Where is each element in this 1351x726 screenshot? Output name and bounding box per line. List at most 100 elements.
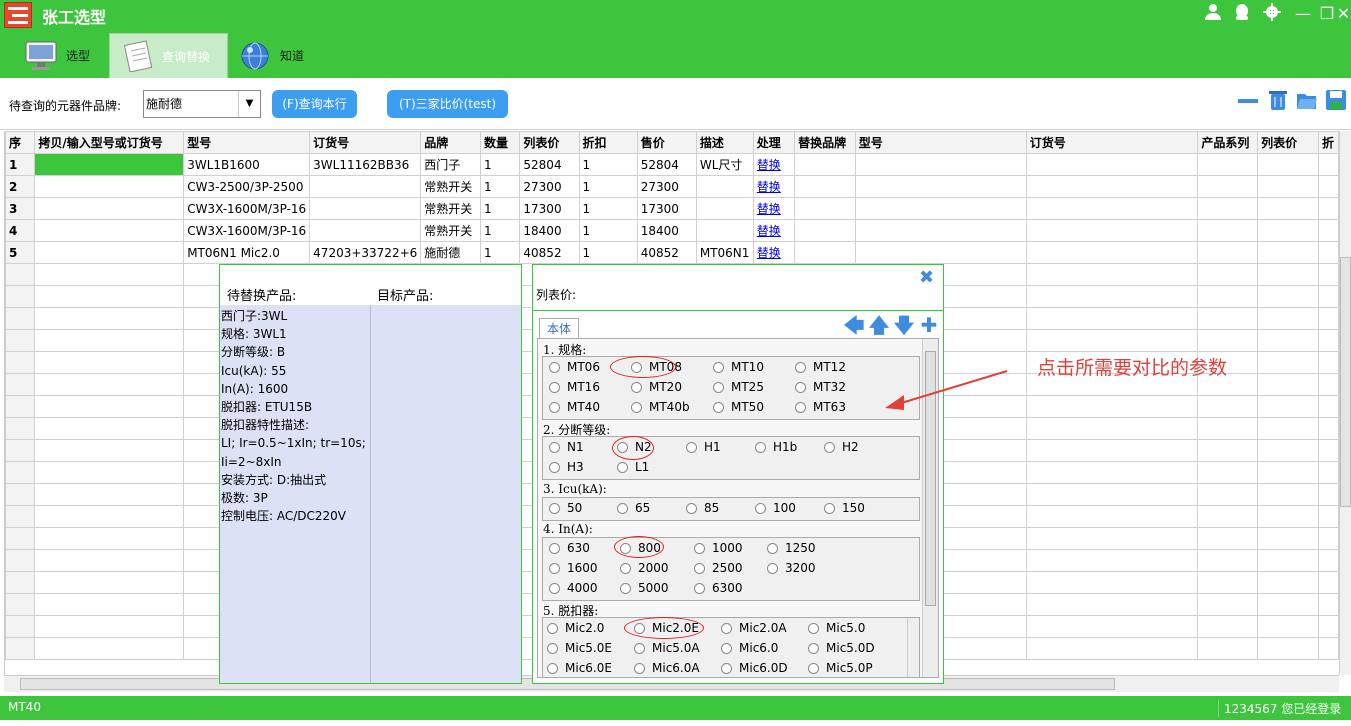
table-cell[interactable]: 17300 [636,197,697,220]
radio-icon[interactable] [694,582,705,594]
column-header[interactable]: 订货号 [309,131,422,154]
table-cell[interactable] [5,417,36,440]
replace-link[interactable]: 替换 [757,224,781,238]
table-cell[interactable] [34,593,185,616]
table-cell[interactable] [854,153,1027,176]
table-cell[interactable] [854,241,1027,264]
close-button[interactable]: ✕ [1336,3,1351,25]
radio-icon[interactable] [795,401,806,413]
table-cell[interactable] [1257,505,1319,528]
option-radio[interactable]: MT63 [795,400,846,414]
table-cell[interactable] [34,197,185,220]
table-cell[interactable] [1025,571,1199,594]
table-cell[interactable] [1197,505,1259,528]
option-radio[interactable]: Mic6.0 [721,641,778,655]
table-cell[interactable]: 1 [479,153,521,176]
radio-icon[interactable] [617,461,628,473]
table-cell[interactable]: CW3X-1600M/3P-16 [183,197,311,220]
table-cell[interactable] [1317,351,1339,374]
option-radio[interactable]: Mic5.0P [808,661,873,675]
table-cell[interactable] [1317,417,1339,440]
compare-three-button[interactable]: (T)三家比价(test) [387,90,508,118]
table-cell[interactable] [34,527,185,550]
table-cell[interactable]: 1 [479,241,521,264]
table-cell[interactable]: 2 [5,175,36,198]
replace-link[interactable]: 替换 [757,246,781,260]
tab-know[interactable]: 知道 [228,33,323,78]
option-radio[interactable]: MT20 [631,380,682,394]
table-cell[interactable] [1317,637,1339,660]
table-cell[interactable] [34,549,185,572]
table-cell[interactable] [1317,461,1339,484]
table-cell[interactable] [1257,637,1319,660]
option-radio[interactable]: MT10 [713,360,764,374]
table-cell[interactable] [5,285,36,308]
radio-icon[interactable] [549,562,560,574]
option-radio[interactable]: MT40 [549,400,600,414]
table-cell[interactable] [1025,329,1199,352]
option-radio[interactable]: 1250 [767,541,816,555]
table-cell[interactable] [5,461,36,484]
table-cell[interactable] [1257,439,1319,462]
table-cell[interactable] [1317,483,1339,506]
table-cell[interactable]: 1 [5,153,36,176]
table-cell[interactable] [1197,263,1259,286]
table-cell[interactable] [1317,219,1339,242]
radio-icon[interactable] [547,662,558,674]
column-header[interactable]: 产品系列 [1197,131,1259,154]
option-radio[interactable]: Mic5.0E [547,641,612,655]
column-header[interactable]: 拷贝/输入型号或订货号 [34,131,185,154]
radio-icon[interactable] [713,361,724,373]
table-cell[interactable] [854,219,1027,242]
table-cell[interactable] [794,175,856,198]
table-cell[interactable] [695,175,754,198]
option-radio[interactable]: MT50 [713,400,764,414]
table-cell[interactable] [1317,175,1339,198]
table-cell[interactable] [1025,505,1199,528]
close-icon[interactable]: ✖ [919,267,934,288]
table-cell[interactable] [1317,395,1339,418]
option-radio[interactable]: L1 [617,460,649,474]
table-cell[interactable] [1257,329,1319,352]
option-radio[interactable]: 150 [824,501,865,515]
table-cell[interactable] [5,351,36,374]
table-cell[interactable] [1257,417,1319,440]
save-icon[interactable] [1325,89,1347,111]
table-cell[interactable] [1257,241,1319,264]
option-radio[interactable]: 85 [686,501,719,515]
table-cell[interactable] [5,505,36,528]
option-radio[interactable]: H2 [824,440,859,454]
table-cell[interactable]: 施耐德 [420,241,481,264]
replace-link[interactable]: 替换 [757,202,781,216]
table-cell[interactable] [1197,549,1259,572]
radio-icon[interactable] [713,381,724,393]
option-radio[interactable]: 2500 [694,561,743,575]
table-cell[interactable] [1025,241,1199,264]
table-cell[interactable]: 1 [578,175,638,198]
option-radio[interactable]: 65 [617,501,650,515]
table-cell[interactable] [34,263,185,286]
arrow-down-icon[interactable]: 🡇 [893,314,915,336]
table-cell[interactable] [1197,329,1259,352]
table-cell[interactable] [5,527,36,550]
column-header[interactable]: 折 [1317,131,1339,154]
table-cell[interactable] [34,285,185,308]
grid-vertical-scrollbar[interactable] [1339,131,1351,675]
column-header[interactable]: 订货号 [1025,131,1199,154]
radio-icon[interactable] [824,441,835,453]
table-cell[interactable] [1197,637,1259,660]
radio-icon[interactable] [549,502,560,514]
table-cell[interactable] [1025,197,1199,220]
option-radio[interactable]: 630 [549,541,590,555]
table-cell[interactable] [1197,307,1259,330]
table-cell[interactable] [34,637,185,660]
table-cell[interactable] [1025,483,1199,506]
table-cell[interactable] [34,241,185,264]
table-cell[interactable] [1197,439,1259,462]
table-cell[interactable] [34,219,185,242]
table-cell[interactable] [1257,483,1319,506]
radio-icon[interactable] [755,441,766,453]
column-header[interactable]: 列表价 [519,131,580,154]
option-radio[interactable]: MT25 [713,380,764,394]
radio-icon[interactable] [767,542,778,554]
